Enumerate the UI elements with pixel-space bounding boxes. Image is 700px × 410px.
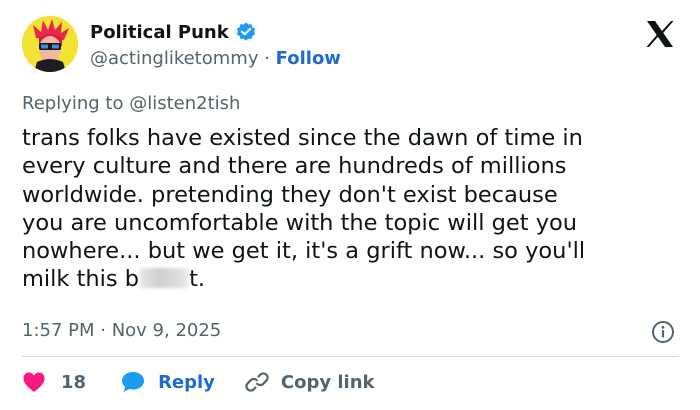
divider [22, 356, 678, 357]
replying-to-handle[interactable]: @listen2tish [129, 93, 240, 114]
heart-icon [23, 372, 45, 392]
replying-to-line: Replying to @listen2tish [22, 93, 240, 114]
action-bar: 18 Reply Copy link [22, 370, 375, 394]
follow-button[interactable]: Follow [276, 48, 341, 69]
tweet-timestamp[interactable]: 1:57 PM · Nov 9, 2025 [22, 320, 221, 341]
x-logo-icon[interactable] [644, 18, 676, 50]
link-icon [245, 372, 269, 392]
author-handle[interactable]: @actingliketommy [90, 48, 258, 69]
handle-separator: · [264, 48, 270, 69]
copy-link-button[interactable]: Copy link [245, 370, 375, 394]
tweet-text-end: t. [189, 266, 206, 293]
replying-prefix: Replying to [22, 93, 124, 114]
reply-label: Reply [158, 371, 215, 393]
like-count: 18 [61, 371, 87, 393]
reply-button[interactable]: Reply [120, 370, 215, 394]
censor-blur [140, 268, 189, 289]
tweet-text-main: trans folks have existed since the dawn … [22, 125, 586, 293]
reply-bubble-icon [122, 372, 145, 392]
author-name-row: Political Punk [90, 21, 257, 43]
verified-badge-icon [235, 21, 257, 43]
tweet-text: trans folks have existed since the dawn … [22, 124, 682, 294]
author-display-name[interactable]: Political Punk [90, 22, 229, 43]
info-icon[interactable] [651, 320, 675, 344]
avatar[interactable] [22, 16, 78, 72]
like-button[interactable]: 18 [22, 371, 86, 393]
author-handle-row: @actingliketommy · Follow [90, 48, 341, 69]
copy-link-label: Copy link [280, 371, 375, 393]
